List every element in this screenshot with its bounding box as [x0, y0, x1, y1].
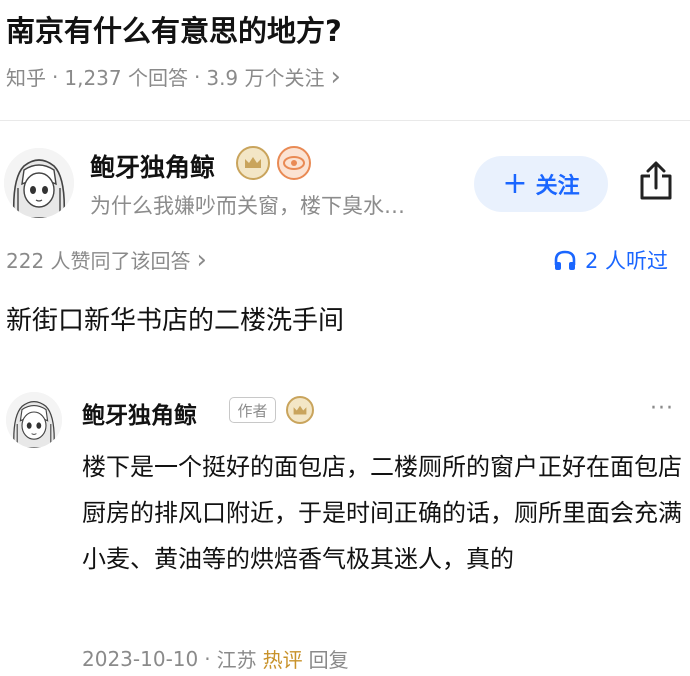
- comment-meta: 2023-10-10 · 江苏 热评 回复: [82, 644, 349, 673]
- meta-separator: ·: [52, 64, 59, 89]
- commenter-name[interactable]: 鲍牙独角鲸: [82, 396, 197, 430]
- chevron-right-icon: ›: [196, 244, 207, 275]
- site-name[interactable]: 知乎: [6, 62, 46, 91]
- listen-label: 2 人听过: [585, 249, 669, 273]
- comment-date: 2023-10-10: [82, 646, 199, 671]
- more-options-icon[interactable]: ···: [650, 396, 674, 421]
- question-meta: 知乎 · 1,237 个回答 · 3.9 万个关注 ›: [6, 62, 341, 91]
- meta-separator: ·: [204, 646, 211, 671]
- author-avatar[interactable]: [4, 148, 74, 218]
- comment-location: 江苏: [216, 648, 257, 672]
- crown-badge-icon[interactable]: [236, 146, 270, 180]
- author-bio[interactable]: 为什么我嫌吵而关窗，楼下臭水…: [90, 190, 405, 220]
- headphones-icon: [554, 250, 576, 270]
- comment-body[interactable]: 楼下是一个挺好的面包店，二楼厕所的窗户正好在面包店厨房的排风口附近，于是时间正确…: [82, 444, 682, 582]
- upvote-summary[interactable]: 222 人赞同了该回答 ›: [6, 245, 207, 274]
- meta-separator: ·: [193, 64, 201, 89]
- anime-girl-avatar-icon: [4, 148, 74, 218]
- plus-icon: +: [502, 166, 528, 201]
- reply-button[interactable]: 回复: [309, 644, 349, 673]
- upvote-count: 222 人赞同了该回答: [6, 249, 191, 273]
- chevron-right-icon[interactable]: ›: [331, 64, 341, 90]
- follower-count[interactable]: 3.9 万个关注: [206, 62, 324, 91]
- listen-count[interactable]: 2 人听过: [553, 245, 668, 275]
- share-icon[interactable]: [634, 160, 678, 204]
- anime-girl-avatar-icon: [6, 392, 62, 448]
- author-tag: 作者: [229, 397, 276, 423]
- hot-comment-badge: 热评: [262, 648, 303, 672]
- divider: [0, 120, 690, 121]
- crown-badge-icon[interactable]: [286, 396, 314, 424]
- eye-badge-icon[interactable]: [277, 146, 311, 180]
- commenter-avatar[interactable]: [6, 392, 62, 448]
- author-name[interactable]: 鲍牙独角鲸: [90, 148, 215, 184]
- question-title[interactable]: 南京有什么有意思的地方?: [6, 8, 342, 50]
- answer-count[interactable]: 1,237 个回答: [64, 62, 188, 91]
- follow-label: 关注: [535, 174, 580, 199]
- follow-button[interactable]: + 关注: [474, 156, 608, 212]
- answer-content[interactable]: 新街口新华书店的二楼洗手间: [6, 300, 344, 337]
